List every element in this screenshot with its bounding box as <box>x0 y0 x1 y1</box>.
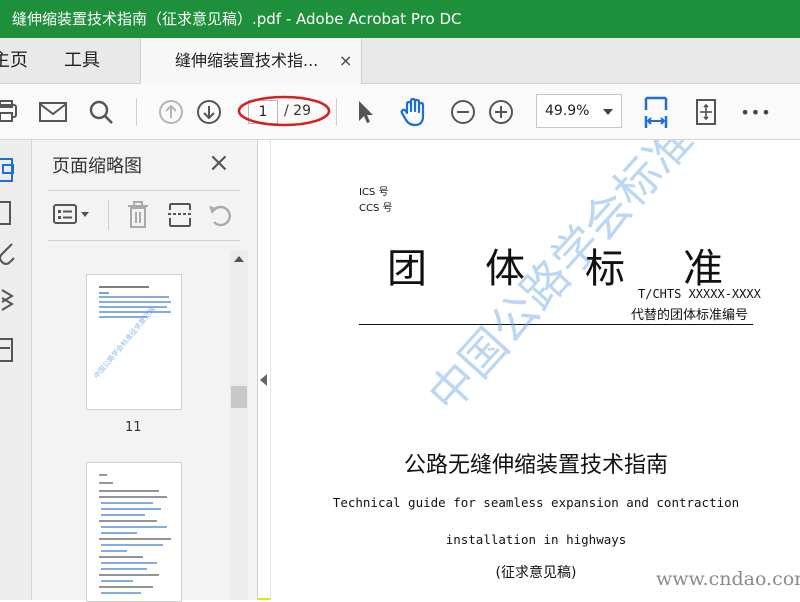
highlight-ellipse <box>237 95 331 127</box>
window-title: 缝伸缩装置技术指南（征求意见稿）.pdf - Adobe Acrobat Pro… <box>12 10 462 28</box>
extract-pages-icon[interactable] <box>166 200 194 230</box>
heading-char: 准 <box>683 246 723 292</box>
zoom-select[interactable]: 49.9% <box>536 94 622 128</box>
print-icon[interactable] <box>0 84 18 140</box>
document-title-en: Technical guide for seamless expansion a… <box>332 495 740 510</box>
document-tab-label: 缝伸缩装置技术指... <box>175 51 319 70</box>
panel-toolbar <box>32 192 258 238</box>
page-thumbnails-panel: 页面缩略图 × 中国公路学会标准征求意见稿 11 <box>32 140 258 602</box>
zoom-in-icon[interactable] <box>486 84 516 140</box>
layers-icon[interactable] <box>0 286 16 316</box>
hand-icon[interactable] <box>396 84 432 140</box>
page-thumbnails-icon[interactable] <box>0 156 18 186</box>
zoom-value: 49.9% <box>545 103 590 119</box>
ics-label: ICS 号 <box>359 187 389 198</box>
panel-title: 页面缩略图 <box>52 156 142 177</box>
panel-close-button[interactable]: × <box>208 148 230 178</box>
rotate-icon[interactable] <box>206 200 236 230</box>
scroll-up-icon[interactable] <box>234 256 244 262</box>
collapse-panel-icon[interactable] <box>260 374 267 386</box>
document-title-en-cont: installation in highways <box>445 532 627 547</box>
replacement-note: 代替的团体标准编号 <box>631 308 749 323</box>
navigation-strip <box>0 140 32 600</box>
page-up-icon[interactable] <box>156 84 186 140</box>
site-watermark: www.cndao.com <box>656 568 800 590</box>
page-thumbnail[interactable] <box>86 462 182 602</box>
divider <box>48 190 240 191</box>
tab-close-button[interactable]: × <box>339 38 352 84</box>
thumbnail-page-number: 11 <box>125 420 142 435</box>
scroll-mode-icon[interactable] <box>690 84 722 140</box>
tabs-bar: 主页 工具 缝伸缩装置技术指... × ? <box>0 38 800 111</box>
toolbar-separator <box>336 98 337 126</box>
tab-document[interactable]: 缝伸缩装置技术指... × <box>140 38 362 84</box>
search-icon[interactable] <box>84 84 118 140</box>
toolbar-separator <box>136 98 137 126</box>
select-cursor-icon[interactable] <box>352 84 378 140</box>
document-view[interactable]: ICS 号 CCS 号 团 体 标 准 T/CHTS XXXXX-XXXX 代替… <box>270 140 800 600</box>
trash-icon[interactable] <box>124 200 152 230</box>
heading-char: 团 <box>387 246 427 292</box>
page-thumbnail[interactable]: 中国公路学会标准征求意见稿 <box>86 274 182 410</box>
more-icon[interactable]: ••• <box>738 84 774 140</box>
main-toolbar: 1 / 29 49.9% ••• <box>0 84 800 140</box>
standard-code: T/CHTS XXXXX-XXXX <box>638 287 761 301</box>
title-bar: 缝伸缩装置技术指南（征求意见稿）.pdf - Adobe Acrobat Pro… <box>0 0 800 38</box>
fit-width-icon[interactable] <box>640 84 672 140</box>
tab-tools[interactable]: 工具 <box>64 38 100 84</box>
ccs-label: CCS 号 <box>359 203 393 214</box>
thumbnail-scrollbar[interactable] <box>230 250 248 600</box>
tab-home[interactable]: 主页 <box>0 38 28 84</box>
zoom-out-icon[interactable] <box>448 84 478 140</box>
attachment-icon[interactable] <box>0 240 16 266</box>
chevron-down-icon <box>603 109 613 115</box>
signature-icon[interactable] <box>0 336 16 364</box>
divider <box>48 240 240 241</box>
thumbnail-watermark: 中国公路学会标准征求意见稿 <box>92 305 157 380</box>
thumbnail-options-icon[interactable] <box>52 202 92 228</box>
scrollbar-thumb[interactable] <box>231 386 247 408</box>
toolbar-separator <box>108 200 109 230</box>
header-rule <box>359 324 753 325</box>
bookmark-icon[interactable] <box>0 200 14 226</box>
mail-icon[interactable] <box>36 84 70 140</box>
page-down-icon[interactable] <box>194 84 224 140</box>
document-title-cn: 公路无缝伸缩装置技术指南 <box>403 453 668 478</box>
